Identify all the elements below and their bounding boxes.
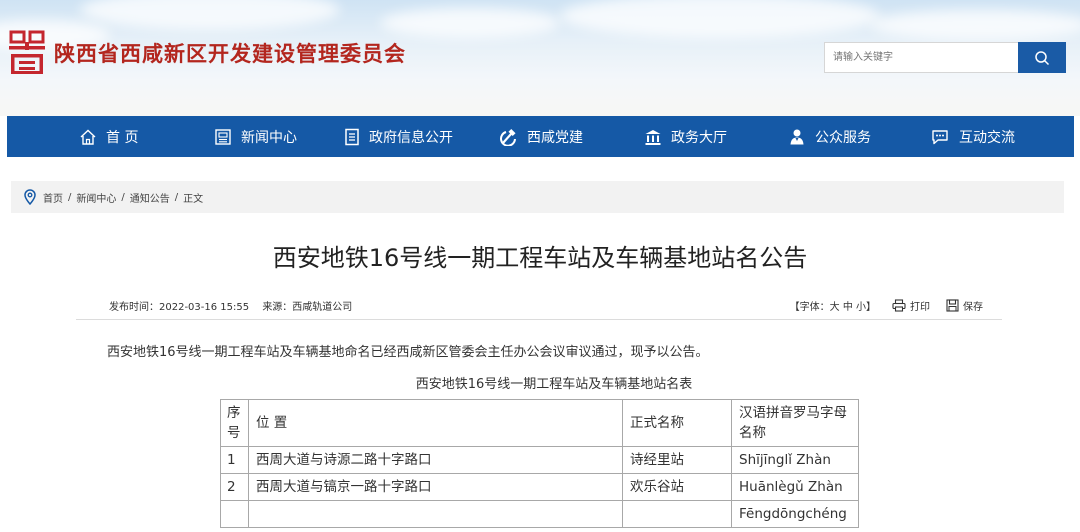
table-header-cell: 汉语拼音罗马字母名称	[731, 399, 859, 447]
nav-item-interaction[interactable]: 互动交流	[930, 116, 1015, 157]
breadcrumb-news[interactable]: 新闻中心	[76, 190, 116, 205]
table-header-cell: 序号	[220, 399, 249, 447]
table-row: 1 西周大道与诗源二路十字路口 诗经里站 Shījīnglǐ Zhàn	[220, 446, 859, 474]
breadcrumb-separator: /	[174, 191, 179, 203]
table-header-cell: 位 置	[248, 399, 623, 447]
article-title: 西安地铁16号线一期工程车站及车辆基地站名公告	[272, 244, 808, 272]
table-cell	[622, 500, 732, 528]
nav-item-gov-info[interactable]: 政府信息公开	[344, 116, 453, 157]
table-caption: 西安地铁16号线一期工程车站及车辆基地站名表	[415, 377, 693, 392]
breadcrumb-current: 正文	[183, 193, 204, 205]
save-icon	[946, 299, 959, 312]
nav-item-party[interactable]: 西咸党建	[500, 116, 583, 157]
site-title: 陕西省西咸新区开发建设管理委员会	[54, 42, 406, 66]
nav-item-public-service[interactable]: 公众服务	[788, 116, 871, 157]
table-cell: Fēngdōngchéng	[731, 500, 859, 528]
font-size-suffix: 】	[866, 302, 876, 313]
save-label: 保存	[963, 302, 983, 313]
nav-label: 西咸党建	[527, 129, 583, 146]
article-meta: 发布时间：2022-03-16 15:55 来源：西咸轨道公司 【字体：大 中 …	[76, 296, 1002, 320]
breadcrumb-home[interactable]: 首页	[43, 190, 63, 205]
article-source: 来源：西咸轨道公司	[262, 302, 353, 313]
breadcrumb-separator: /	[121, 191, 125, 203]
nav-item-news[interactable]: 新闻中心	[214, 116, 297, 157]
breadcrumb-notices[interactable]: 通知公告	[130, 190, 170, 205]
save-button[interactable]: 保存	[946, 298, 983, 313]
nav-label: 首 页	[106, 129, 139, 146]
chat-icon	[932, 129, 948, 144]
main-nav: 首 页 新闻中心 政府信息公开 西咸党建 政务大厅 公众服务 互动交流	[7, 116, 1074, 157]
nav-item-home[interactable]: 首 页	[79, 116, 138, 157]
table-header-row: 序号 位 置 正式名称 汉语拼音罗马字母名称	[220, 399, 859, 447]
table-cell: 2	[220, 473, 249, 501]
table-cell	[220, 500, 249, 528]
font-size-switcher: 【字体：大 中 小】	[790, 298, 876, 313]
search-button[interactable]	[1018, 42, 1066, 73]
breadcrumb-separator: /	[68, 191, 72, 203]
table-cell: 1	[220, 446, 249, 474]
font-size-prefix: 【字体：	[789, 302, 830, 313]
table-cell: 西周大道与诗源二路十字路口	[248, 446, 623, 474]
nav-item-service-hall[interactable]: 政务大厅	[644, 116, 727, 157]
breadcrumb: 首页 / 新闻中心 / 通知公告 / 正文	[11, 181, 1064, 213]
table-cell: 诗经里站	[622, 446, 732, 474]
government-hall-icon	[645, 129, 661, 145]
table-cell: Huānlègǔ Zhàn	[731, 473, 859, 501]
party-emblem-icon	[500, 128, 516, 146]
table-cell	[248, 500, 623, 528]
table-header-cell: 正式名称	[622, 399, 732, 447]
print-button[interactable]: 打印	[892, 298, 930, 313]
font-size-small[interactable]: 小	[856, 302, 866, 313]
home-icon	[80, 129, 96, 145]
site-header: 陕西省西咸新区开发建设管理委员会	[0, 0, 1080, 116]
table-cell: 欢乐谷站	[622, 473, 732, 501]
news-icon	[215, 128, 231, 145]
nav-label: 政务大厅	[671, 129, 727, 146]
document-icon	[345, 128, 359, 145]
nav-label: 公众服务	[815, 129, 871, 146]
nav-label: 新闻中心	[241, 129, 297, 146]
nav-label: 政府信息公开	[369, 129, 453, 146]
search-icon	[1035, 50, 1050, 65]
table-cell: Shījīnglǐ Zhàn	[731, 446, 859, 474]
printer-icon	[892, 299, 906, 312]
table-row: Fēngdōngchéng	[220, 500, 859, 528]
print-label: 打印	[910, 302, 930, 313]
table-cell: 西周大道与镐京一路十字路口	[248, 473, 623, 501]
table-row: 2 西周大道与镐京一路十字路口 欢乐谷站 Huānlègǔ Zhàn	[220, 473, 859, 501]
font-size-medium[interactable]: 中	[843, 302, 853, 313]
font-size-large[interactable]: 大	[830, 302, 840, 313]
user-service-icon	[790, 129, 804, 144]
article-paragraph: 西安地铁16号线一期工程车站及车辆基地命名已经西咸新区管委会主任办公会议审议通过…	[107, 345, 709, 360]
search-input[interactable]	[824, 42, 1018, 73]
nav-label: 互动交流	[959, 129, 1015, 146]
publish-time: 发布时间：2022-03-16 15:55	[109, 302, 250, 313]
location-pin-icon	[24, 189, 36, 205]
logo-icon	[9, 30, 45, 74]
station-name-table: 序号 位 置 正式名称 汉语拼音罗马字母名称 1 西周大道与诗源二路十字路口 诗…	[220, 399, 859, 528]
